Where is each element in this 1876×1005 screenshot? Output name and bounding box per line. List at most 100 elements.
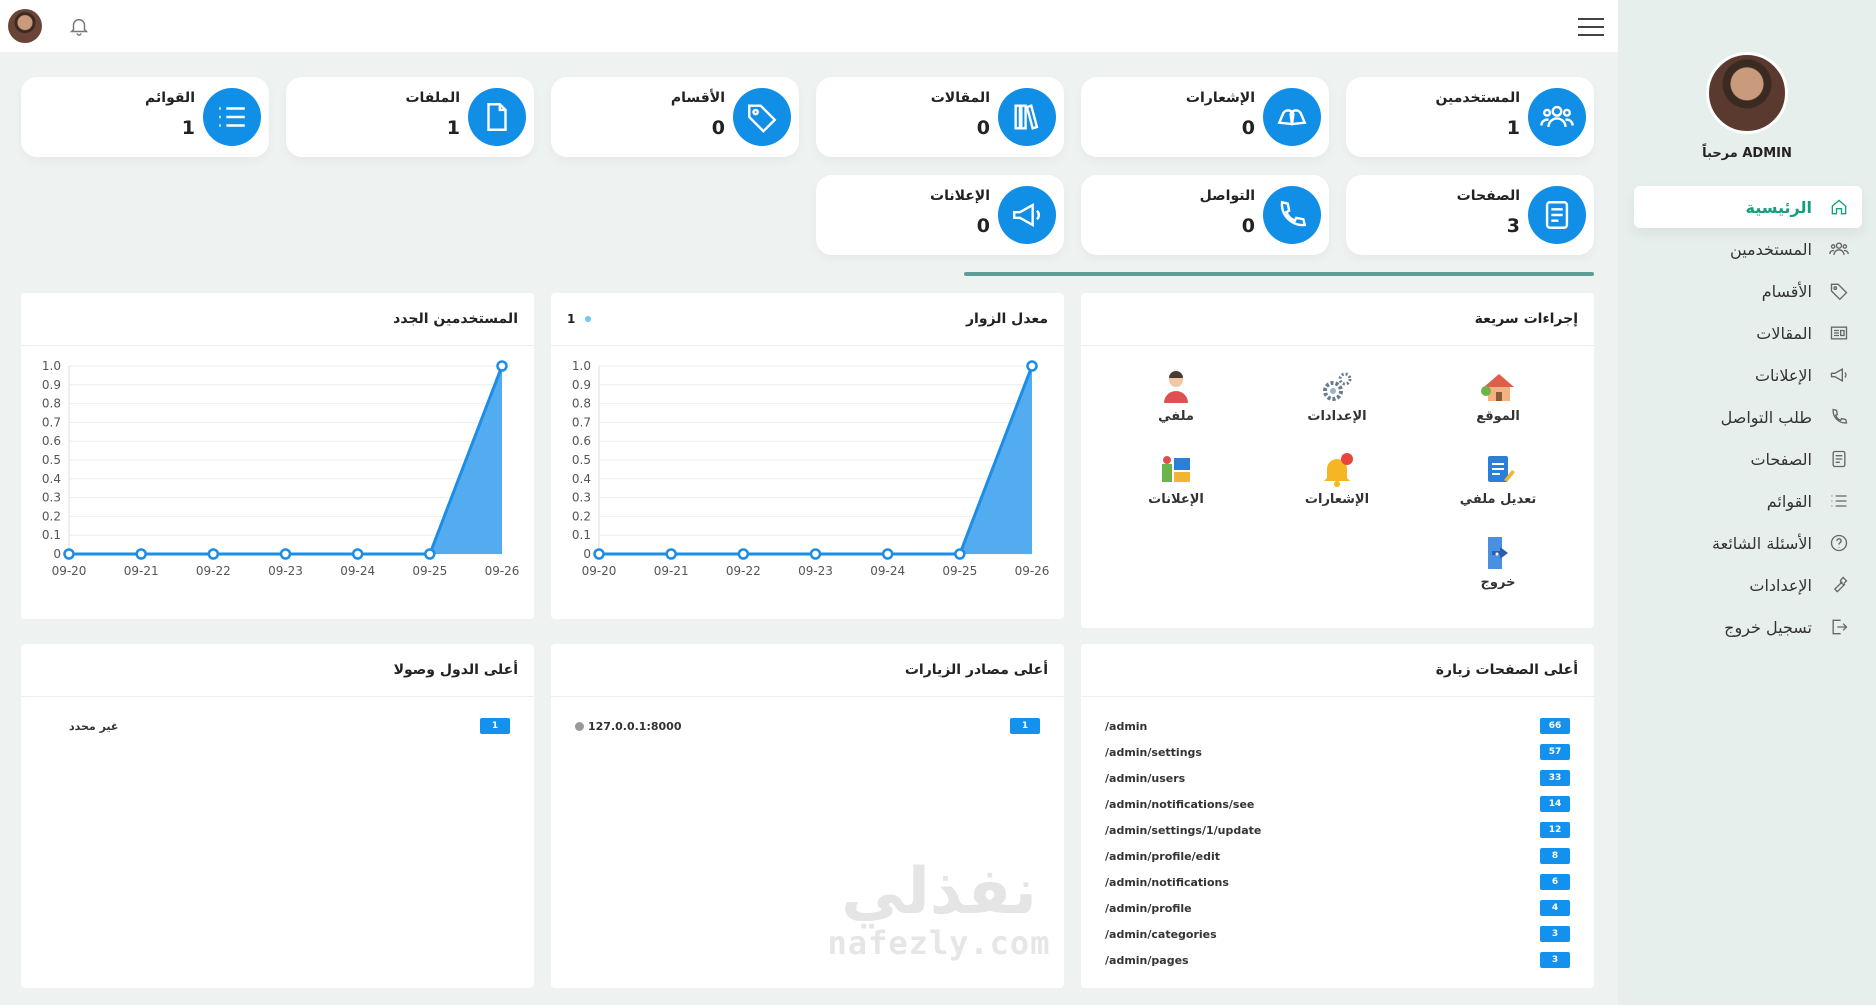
count-badge: 1 xyxy=(480,718,510,734)
stat-label: الملفات xyxy=(405,90,460,106)
globe-icon xyxy=(575,721,584,731)
sidebar-item-categories[interactable]: الأقسام xyxy=(1634,270,1862,312)
page-path: /admin/pages xyxy=(1105,953,1189,967)
y-tick-label: 0.8 xyxy=(572,397,591,411)
y-tick-label: 0.5 xyxy=(572,453,591,467)
sidebar-item-settings[interactable]: الإعدادات xyxy=(1634,564,1862,606)
y-tick-label: 0.2 xyxy=(42,509,61,523)
page-path: /admin/settings xyxy=(1105,745,1202,759)
table-row[interactable]: /admin/settings 57 xyxy=(1105,739,1570,765)
quick-action-settings[interactable]: الإعدادات xyxy=(1287,367,1387,424)
logout-icon xyxy=(1828,616,1850,638)
stat-card-categories[interactable]: الأقسام 0 xyxy=(551,77,799,157)
quick-action-profile[interactable]: ملفي xyxy=(1126,367,1226,424)
sidebar-item-articles[interactable]: المقالات xyxy=(1634,312,1862,354)
top-countries-title: أعلى الدول وصولا xyxy=(393,662,518,678)
data-point xyxy=(1026,360,1038,372)
x-tick-label: 09-21 xyxy=(124,564,159,578)
stat-value: 0 xyxy=(976,215,990,237)
menu-toggle-icon[interactable] xyxy=(1578,14,1604,38)
list-item[interactable]: 127.0.0.1:8000 1 xyxy=(575,713,1040,739)
page-path: /admin/categories xyxy=(1105,927,1217,941)
quick-action-edit-profile[interactable]: تعديل ملفي xyxy=(1448,450,1548,507)
data-point xyxy=(496,360,508,372)
data-point xyxy=(809,548,822,560)
page-path: /admin/notifications xyxy=(1105,875,1229,889)
stat-card-files[interactable]: الملفات 1 xyxy=(286,77,534,157)
stat-card-notifications[interactable]: الإشعارات 0 xyxy=(1081,77,1329,157)
stat-label: المقالات xyxy=(930,90,990,106)
quick-action-site[interactable]: الموقع xyxy=(1448,367,1548,424)
list-icon xyxy=(1828,490,1850,512)
visitors-chart: 0 0.1 0.2 0.3 0.4 0.5 0.6 0.7 0.8 0.9 1.0 09-20 09-2… xyxy=(572,359,1050,578)
file-icon xyxy=(468,88,526,146)
y-tick-label: 1.0 xyxy=(572,359,591,373)
watermark: نفذلي nafezly.com xyxy=(824,860,1054,962)
stat-card-ads[interactable]: الإعلانات 0 xyxy=(816,175,1064,255)
quick-action-label: الإعلانات xyxy=(1148,492,1204,507)
stat-card-contact[interactable]: التواصل 0 xyxy=(1081,175,1329,255)
house-icon xyxy=(1478,367,1518,407)
sidebar-item-label: الإعدادات xyxy=(1749,575,1812,595)
quick-action-label: خروج xyxy=(1480,575,1516,590)
stat-card-articles[interactable]: المقالات 0 xyxy=(816,77,1064,157)
stat-card-menus[interactable]: القوائم 1 xyxy=(21,77,269,157)
table-row[interactable]: /admin/notifications 6 xyxy=(1105,869,1570,895)
x-tick-label: 09-26 xyxy=(1015,564,1050,578)
new-users-panel: المستخدمين الجدد 0 0.1 0.2 0.3 0.4 0.5 0.6 0.7 0… xyxy=(21,293,534,619)
table-row[interactable]: /admin/categories 3 xyxy=(1105,921,1570,947)
count-badge: 3 xyxy=(1540,952,1570,968)
stat-card-users[interactable]: المستخدمين 1 xyxy=(1346,77,1594,157)
table-row[interactable]: /admin/settings/1/update 12 xyxy=(1105,817,1570,843)
x-tick-label: 09-24 xyxy=(870,564,905,578)
sidebar-item-label: الإعلانات xyxy=(1754,365,1812,385)
y-tick-label: 0.1 xyxy=(572,528,591,542)
table-row[interactable]: /admin/profile/edit 8 xyxy=(1105,843,1570,869)
quick-action-logout[interactable]: خروج xyxy=(1448,533,1548,590)
sidebar-item-pages[interactable]: الصفحات xyxy=(1634,438,1862,480)
table-row[interactable]: /admin/notifications/see 14 xyxy=(1105,791,1570,817)
quick-action-notifications[interactable]: الإشعارات xyxy=(1287,450,1387,507)
sidebar-item-menus[interactable]: القوائم xyxy=(1634,480,1862,522)
user-avatar[interactable] xyxy=(8,9,42,43)
sidebar-item-label: الأسئلة الشائعة xyxy=(1712,533,1812,553)
megaphone-icon xyxy=(998,186,1056,244)
sidebar-item-ads[interactable]: الإعلانات xyxy=(1634,354,1862,396)
stat-value: 0 xyxy=(1241,117,1255,139)
watermark-arabic: نفذلي xyxy=(841,855,1037,929)
profile-avatar[interactable] xyxy=(1706,52,1788,134)
stat-card-pages[interactable]: الصفحات 3 xyxy=(1346,175,1594,255)
table-row[interactable]: /admin/profile 4 xyxy=(1105,895,1570,921)
country-value: غير محدد xyxy=(69,719,119,733)
quick-action-ads[interactable]: الإعلانات xyxy=(1126,450,1226,507)
x-tick-label: 09-26 xyxy=(485,564,520,578)
stat-value: 1 xyxy=(181,117,195,139)
table-row[interactable]: /admin 66 xyxy=(1105,713,1570,739)
users-icon xyxy=(1528,88,1586,146)
y-tick-label: 0.3 xyxy=(42,491,61,505)
top-pages-panel: أعلى الصفحات زيارة /admin 66/admin/settin… xyxy=(1081,644,1594,988)
stat-value: 3 xyxy=(1506,215,1520,237)
list-item[interactable]: غير محدد 1 xyxy=(69,713,510,739)
count-badge: 3 xyxy=(1540,926,1570,942)
stat-value: 0 xyxy=(1241,215,1255,237)
notifications-bell-icon[interactable] xyxy=(68,15,90,37)
y-tick-label: 0.6 xyxy=(572,434,591,448)
visitors-rate-panel: معدل الزوار 1 0 0.1 0.2 0.3 0.4 0.5 0.6 0.7 0.8 0… xyxy=(551,293,1064,619)
table-row[interactable]: /admin/users 33 xyxy=(1105,765,1570,791)
y-tick-label: 0 xyxy=(583,547,591,561)
sidebar-item-faq[interactable]: الأسئلة الشائعة xyxy=(1634,522,1862,564)
quick-action-label: الإعدادات xyxy=(1307,409,1367,424)
sidebar-item-label: الأقسام xyxy=(1761,281,1812,301)
top-sources-title: أعلى مصادر الزيارات xyxy=(904,662,1048,678)
sidebar-item-contact[interactable]: طلب التواصل xyxy=(1634,396,1862,438)
sidebar-item-home[interactable]: الرئيسية xyxy=(1634,186,1862,228)
y-tick-label: 0.7 xyxy=(572,415,591,429)
sidebar-item-logout[interactable]: تسجيل خروج xyxy=(1634,606,1862,648)
table-row[interactable]: /admin/pages 3 xyxy=(1105,947,1570,973)
sidebar-item-users[interactable]: المستخدمين xyxy=(1634,228,1862,270)
new-users-chart: 0 0.1 0.2 0.3 0.4 0.5 0.6 0.7 0.8 0.9 1.0 09-20 09-2… xyxy=(42,359,520,578)
y-tick-label: 0.2 xyxy=(572,509,591,523)
chart-legend[interactable]: 1 xyxy=(567,312,592,326)
phone-icon xyxy=(1263,186,1321,244)
